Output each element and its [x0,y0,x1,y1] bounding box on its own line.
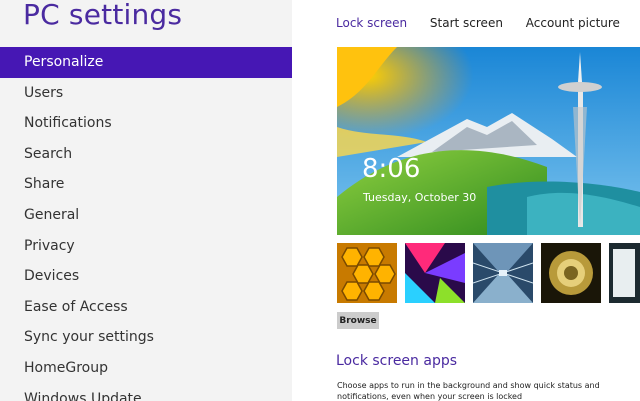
abstract-shapes-image[interactable] [405,243,465,303]
sidebar: PC settings Personalize Users Notificati… [0,0,292,401]
tunnel-image[interactable] [473,243,533,303]
sidebar-item-search[interactable]: Search [0,139,292,170]
lock-date: Tuesday, October 30 [363,191,477,204]
content-pane: Lock screen Start screen Account picture [292,0,640,401]
sidebar-item-share[interactable]: Share [0,169,292,200]
lock-screen-apps-description: Choose apps to run in the background and… [337,381,600,401]
tab-start-screen[interactable]: Start screen [430,16,503,30]
browse-button[interactable]: Browse [337,312,379,329]
sidebar-item-notifications[interactable]: Notifications [0,108,292,139]
tab-account-picture[interactable]: Account picture [526,16,620,30]
tab-lock-screen[interactable]: Lock screen [336,16,407,30]
lock-screen-preview: 8:06 Tuesday, October 30 [337,47,640,235]
wallpaper-thumbnails [337,243,640,303]
honeycomb-image[interactable] [337,243,397,303]
sidebar-item-personalize[interactable]: Personalize [0,47,292,78]
lock-time: 8:06 [362,154,421,184]
nautilus-shell-image[interactable] [541,243,601,303]
sidebar-nav: Personalize Users Notifications Search S… [0,47,292,401]
sidebar-item-devices[interactable]: Devices [0,261,292,292]
lock-screen-wallpaper [337,47,640,235]
sidebar-item-sync-settings[interactable]: Sync your settings [0,322,292,353]
sidebar-item-users[interactable]: Users [0,78,292,109]
page-title: PC settings [23,0,183,31]
sidebar-item-ease-of-access[interactable]: Ease of Access [0,292,292,323]
sidebar-item-general[interactable]: General [0,200,292,231]
sidebar-item-privacy[interactable]: Privacy [0,231,292,262]
lock-screen-apps-heading: Lock screen apps [336,353,458,369]
sidebar-item-windows-update[interactable]: Windows Update [0,384,292,401]
sidebar-item-homegroup[interactable]: HomeGroup [0,353,292,384]
partial-image[interactable] [609,243,640,303]
tab-bar: Lock screen Start screen Account picture [336,16,639,30]
